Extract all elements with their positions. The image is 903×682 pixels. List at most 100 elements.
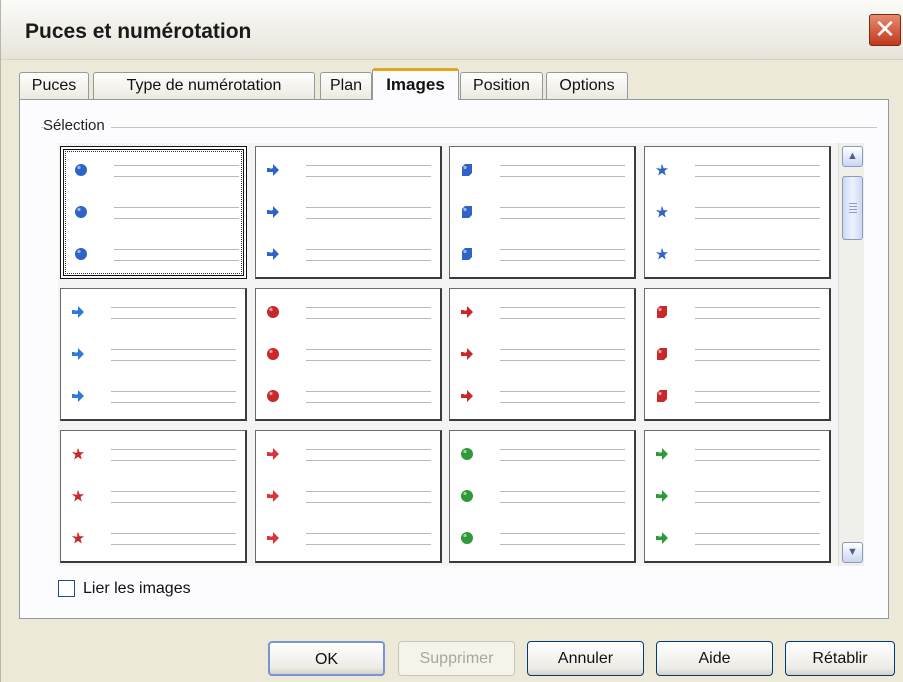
preview-text-lines [306, 391, 431, 403]
preset-row [71, 345, 236, 365]
tab-images[interactable]: Images [372, 68, 459, 100]
preview-text-lines [695, 533, 820, 545]
link-images-checkbox[interactable] [58, 580, 75, 597]
blue-sphere-bullet-icon [74, 163, 88, 177]
preset-row [460, 345, 625, 365]
tab-type-de-numerotation[interactable]: Type de numérotation [93, 72, 315, 99]
preview-text-lines [500, 349, 625, 361]
red-light-arrow-bullet-icon [266, 531, 280, 545]
preset-row [655, 529, 820, 549]
preset-row [460, 303, 625, 323]
scroll-down-icon[interactable]: ▼ [842, 542, 863, 563]
preset-row [655, 245, 820, 265]
bullet-preset-cell[interactable] [60, 288, 247, 421]
title-bar[interactable]: Puces et numérotation ✕ [1, 0, 903, 60]
preview-text-lines [114, 207, 239, 219]
cancel-button[interactable]: Annuler [527, 641, 644, 676]
preset-row [266, 161, 431, 181]
preset-row [460, 487, 625, 507]
preset-row [655, 445, 820, 465]
bullet-preset-cell[interactable] [644, 288, 831, 421]
bullet-preset-cell[interactable] [644, 430, 831, 563]
preview-text-lines [114, 249, 239, 261]
preview-text-lines [500, 491, 625, 503]
blue-star-bullet-icon [655, 247, 669, 261]
preset-row [266, 529, 431, 549]
bullet-image-grid [58, 143, 838, 566]
preview-text-lines [500, 449, 625, 461]
preview-text-lines [111, 391, 236, 403]
preview-text-lines [111, 449, 236, 461]
red-cube-bullet-icon [655, 305, 669, 319]
preview-text-lines [695, 165, 820, 177]
tab-puces[interactable]: Puces [19, 72, 89, 99]
preset-row [266, 487, 431, 507]
preset-row [74, 245, 239, 265]
bullet-preset-cell[interactable] [60, 146, 247, 279]
preset-row [655, 387, 820, 407]
red-star-bullet-icon [71, 531, 85, 545]
preset-row [460, 529, 625, 549]
preset-row [266, 345, 431, 365]
preview-text-lines [306, 349, 431, 361]
preset-row [74, 203, 239, 223]
bullet-preset-cell[interactable] [449, 288, 636, 421]
bullet-preset-cell[interactable] [449, 146, 636, 279]
preset-row [266, 245, 431, 265]
green-sphere-bullet-icon [460, 489, 474, 503]
blue-star-bullet-icon [655, 205, 669, 219]
light-blue-arrow-bullet-icon [71, 389, 85, 403]
delete-button[interactable]: Supprimer [398, 641, 515, 676]
selection-group-line [41, 127, 877, 128]
blue-arrow-bullet-icon [266, 163, 280, 177]
close-icon[interactable]: ✕ [869, 14, 901, 46]
dialog-title: Puces et numérotation [25, 20, 252, 43]
bullet-preset-cell[interactable] [644, 146, 831, 279]
light-blue-arrow-bullet-icon [71, 305, 85, 319]
preset-row [460, 387, 625, 407]
preview-text-lines [111, 349, 236, 361]
green-arrow-bullet-icon [655, 531, 669, 545]
tab-position[interactable]: Position [460, 72, 543, 99]
red-light-arrow-bullet-icon [266, 489, 280, 503]
dialog-window: Puces et numérotation ✕ Puces Type de nu… [0, 0, 903, 682]
green-sphere-bullet-icon [460, 531, 474, 545]
preview-text-lines [500, 391, 625, 403]
blue-cube-bullet-icon [460, 163, 474, 177]
red-arrow-bullet-icon [460, 347, 474, 361]
tab-plan[interactable]: Plan [320, 72, 372, 99]
vertical-scrollbar[interactable]: ▲ ▼ [838, 143, 864, 566]
bullet-preset-cell[interactable] [255, 288, 442, 421]
link-images-label[interactable]: Lier les images [83, 580, 191, 598]
reset-button[interactable]: Rétablir [785, 641, 895, 676]
tab-options[interactable]: Options [546, 72, 628, 99]
red-light-arrow-bullet-icon [266, 447, 280, 461]
preset-row [655, 487, 820, 507]
bullet-preset-cell[interactable] [255, 430, 442, 563]
light-blue-arrow-bullet-icon [71, 347, 85, 361]
bullet-preset-cell[interactable] [60, 430, 247, 563]
red-sphere-bullet-icon [266, 305, 280, 319]
green-sphere-bullet-icon [460, 447, 474, 461]
preset-row [71, 445, 236, 465]
blue-star-bullet-icon [655, 163, 669, 177]
bullet-preset-cell[interactable] [449, 430, 636, 563]
preview-text-lines [695, 449, 820, 461]
preview-text-lines [111, 533, 236, 545]
ok-button[interactable]: OK [268, 641, 385, 676]
selection-group-label: Sélection [43, 117, 111, 134]
bullet-preset-cell[interactable] [255, 146, 442, 279]
preset-row [71, 303, 236, 323]
preview-text-lines [111, 491, 236, 503]
scroll-up-icon[interactable]: ▲ [842, 146, 863, 167]
preview-text-lines [306, 249, 431, 261]
help-button[interactable]: Aide [656, 641, 773, 676]
preview-text-lines [500, 249, 625, 261]
preset-row [655, 303, 820, 323]
preset-row [74, 161, 239, 181]
red-cube-bullet-icon [655, 389, 669, 403]
preset-row [266, 303, 431, 323]
scroll-thumb[interactable] [842, 176, 863, 240]
preview-text-lines [500, 207, 625, 219]
green-arrow-bullet-icon [655, 447, 669, 461]
